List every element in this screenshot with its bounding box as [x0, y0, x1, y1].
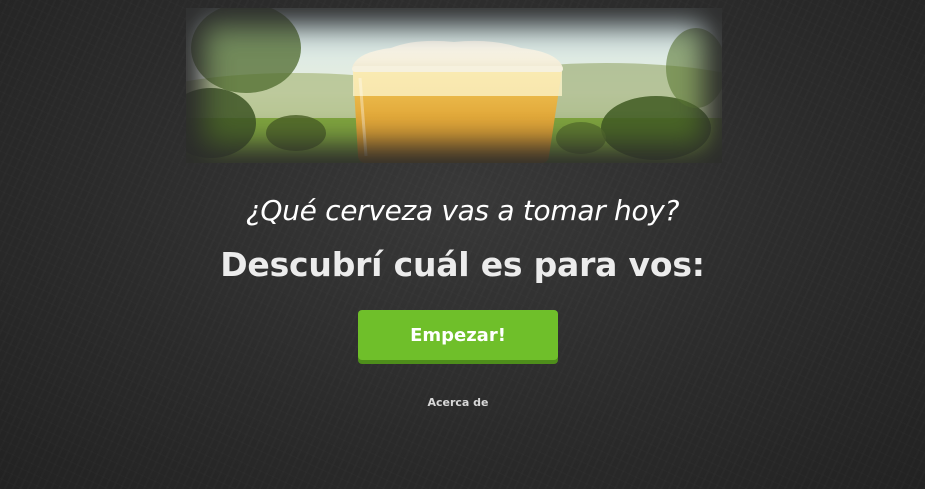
hero-image [186, 8, 722, 163]
subtitle-heading: Descubrí cuál es para vos: [220, 245, 705, 284]
start-button[interactable]: Empezar! [358, 310, 558, 360]
about-link[interactable]: Acerca de [0, 396, 916, 409]
question-heading: ¿Qué cerveza vas a tomar hoy? [245, 194, 680, 227]
beer-glass-illustration [186, 8, 722, 163]
